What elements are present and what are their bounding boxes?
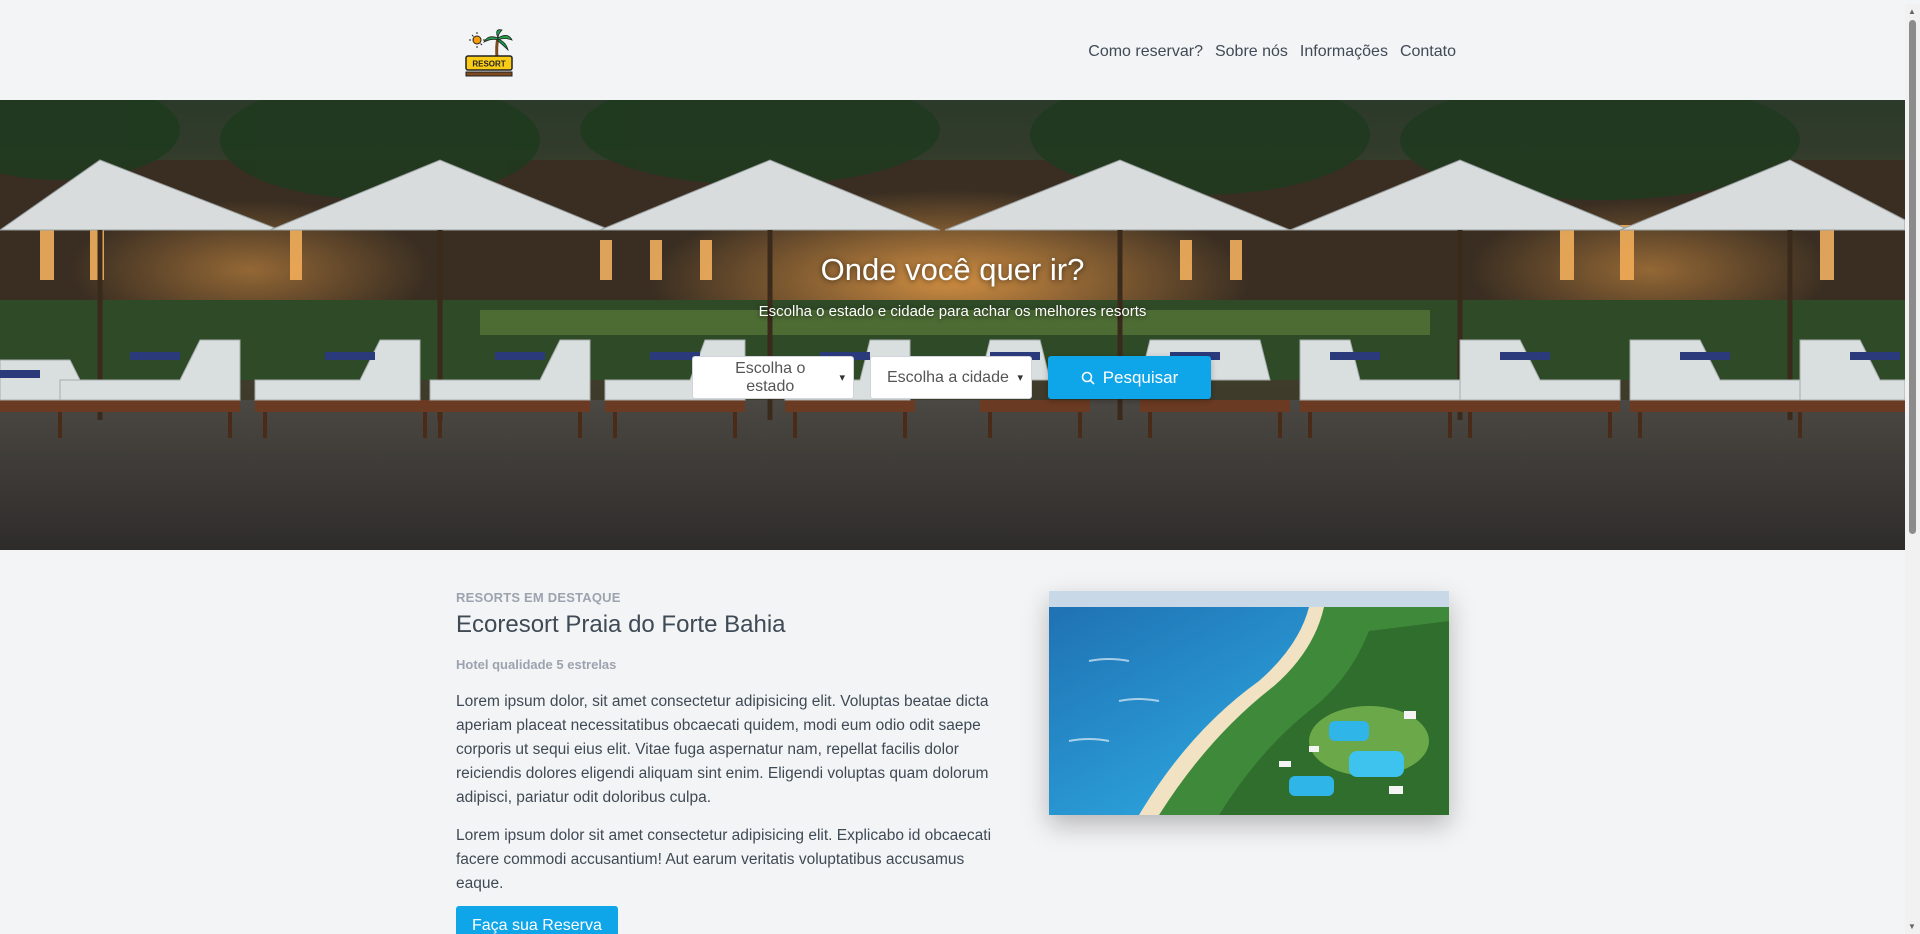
nav-informacoes[interactable]: Informações: [1300, 43, 1388, 61]
main-nav: Como reservar? Sobre nós Informações Con…: [1088, 43, 1456, 61]
scroll-down-arrow-icon[interactable]: ▼: [1908, 922, 1916, 931]
hero-subtitle: Escolha o estado e cidade para achar os …: [758, 303, 1147, 320]
chevron-down-icon: ▾: [1017, 372, 1023, 384]
city-select-value: Escolha a cidade: [887, 368, 1009, 386]
city-select[interactable]: Escolha a cidade ▾: [870, 356, 1032, 399]
palm-tree-logo-icon: RESORT: [465, 29, 513, 77]
nav-contato[interactable]: Contato: [1400, 43, 1456, 61]
search-button-label: Pesquisar: [1102, 367, 1179, 387]
resort-logo[interactable]: RESORT: [464, 28, 514, 78]
hero-title: Onde você quer ir?: [820, 252, 1085, 287]
nav-como-reservar[interactable]: Como reservar?: [1088, 43, 1203, 61]
state-select[interactable]: Escolha o estado ▾: [692, 356, 854, 399]
reserve-button[interactable]: Faça sua Reserva: [456, 906, 618, 934]
search-icon: [1081, 371, 1095, 385]
featured-paragraph-1: Lorem ipsum dolor, sit amet consectetur …: [456, 693, 989, 806]
hero-banner: Onde você quer ir? Escolha o estado e ci…: [0, 100, 1905, 550]
scroll-up-arrow-icon[interactable]: ▲: [1908, 7, 1916, 16]
featured-resort-section: RESORTS EM DESTAQUE Ecoresort Praia do F…: [456, 590, 1449, 934]
logo-text: RESORT: [472, 60, 505, 69]
state-select-value: Escolha o estado: [735, 359, 806, 395]
search-button[interactable]: Pesquisar: [1048, 356, 1211, 399]
page-scrollbar[interactable]: ▲ ▼: [1905, 4, 1920, 934]
site-header: RESORT Como reservar? Sobre nós Informaç…: [0, 0, 1920, 100]
nav-sobre-nos[interactable]: Sobre nós: [1215, 43, 1288, 61]
featured-paragraph-2: Lorem ipsum dolor sit amet consectetur a…: [456, 827, 992, 892]
hero-content: Onde você quer ir? Escolha o estado e ci…: [0, 100, 1905, 550]
chevron-down-icon: ▾: [839, 372, 845, 384]
aerial-beach-resort-photo: [1049, 591, 1449, 815]
featured-resort-image: [1049, 591, 1449, 815]
scrollbar-thumb[interactable]: [1909, 20, 1916, 534]
search-form: Escolha o estado ▾ Escolha a cidade ▾ Pe…: [692, 356, 1211, 399]
